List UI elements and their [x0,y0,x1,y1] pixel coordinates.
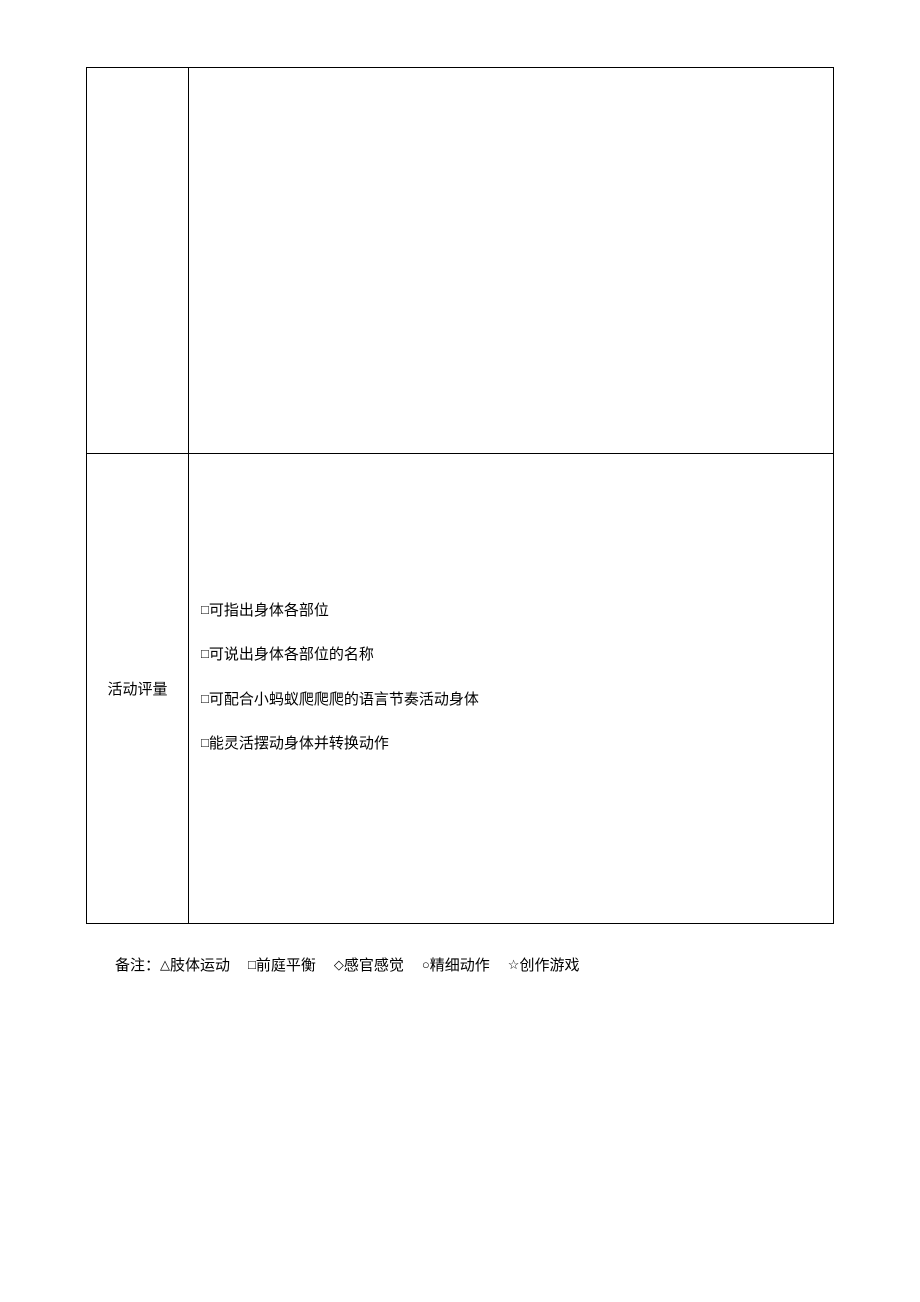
star-icon: ☆ [508,957,520,972]
diamond-icon: ◇ [334,957,344,972]
legend-item: △肢体运动 [160,954,230,975]
activity-table: 活动评量 □可指出身体各部位 □可说出身体各部位的名称 □可配合小蚂蚁爬爬爬的语… [86,67,834,924]
legend-item: ☆创作游戏 [508,954,580,975]
checkbox-label: 可配合小蚂蚁爬爬爬的语言节奏活动身体 [209,692,479,708]
checkbox-mark: □ [201,646,209,661]
checkbox-label: 可指出身体各部位 [209,603,329,619]
checkbox-item: □可说出身体各部位的名称 [201,644,821,667]
checkbox-mark: □ [201,735,209,750]
table-row: 活动评量 □可指出身体各部位 □可说出身体各部位的名称 □可配合小蚂蚁爬爬爬的语… [87,454,834,924]
legend-label: 精细动作 [430,958,490,974]
table-container: 活动评量 □可指出身体各部位 □可说出身体各部位的名称 □可配合小蚂蚁爬爬爬的语… [86,67,834,924]
legend-label: 前庭平衡 [256,958,316,974]
legend-item: □前庭平衡 [248,954,316,975]
table-row [87,68,834,454]
row1-label-cell [87,68,189,454]
legend-label: 创作游戏 [519,958,579,974]
legend-label: 感官感觉 [344,958,404,974]
row2-label: 活动评量 [107,682,167,698]
legend-label: 肢体运动 [170,958,230,974]
triangle-icon: △ [160,957,170,972]
row2-content-cell: □可指出身体各部位 □可说出身体各部位的名称 □可配合小蚂蚁爬爬爬的语言节奏活动… [189,454,834,924]
checkbox-mark: □ [201,602,209,617]
square-icon: □ [248,957,256,972]
checkbox-item: □可配合小蚂蚁爬爬爬的语言节奏活动身体 [201,689,821,712]
footnote-prefix: 备注： [115,958,160,974]
checkbox-label: 可说出身体各部位的名称 [209,647,374,663]
row2-label-cell: 活动评量 [87,454,189,924]
checkbox-label: 能灵活摆动身体并转换动作 [209,736,389,752]
row1-content-cell [189,68,834,454]
document-page: 活动评量 □可指出身体各部位 □可说出身体各部位的名称 □可配合小蚂蚁爬爬爬的语… [0,0,920,1302]
checkbox-item: □可指出身体各部位 [201,600,821,623]
legend-item: ◇感官感觉 [334,954,404,975]
footnote-legend: 备注：△肢体运动 □前庭平衡 ◇感官感觉 ○精细动作 ☆创作游戏 [115,954,579,975]
checkbox-mark: □ [201,691,209,706]
legend-item: ○精细动作 [422,954,490,975]
checkbox-item: □能灵活摆动身体并转换动作 [201,733,821,756]
circle-icon: ○ [422,957,430,972]
